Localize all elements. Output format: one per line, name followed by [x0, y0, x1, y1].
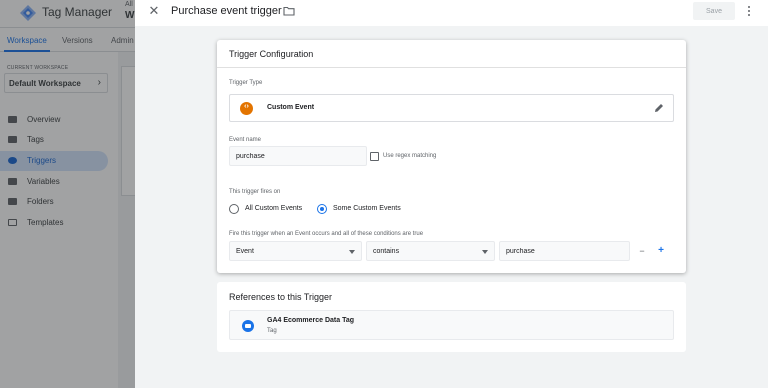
radio-all-custom-events[interactable] — [229, 204, 239, 214]
add-condition-button[interactable]: + — [655, 244, 667, 258]
select-value: Event — [236, 248, 254, 255]
condition-value-field[interactable] — [499, 241, 630, 261]
more-vert-icon[interactable] — [745, 4, 753, 18]
dropdown-arrow-icon — [482, 250, 488, 254]
references-heading: References to this Trigger — [229, 292, 333, 302]
select-value: contains — [373, 248, 400, 255]
radio-some-custom-events-label[interactable]: Some Custom Events — [333, 205, 401, 212]
reference-name: GA4 Ecommerce Data Tag — [267, 317, 355, 324]
panel-header: ✕ Purchase event trigger Save — [135, 0, 768, 26]
regex-checkbox[interactable] — [370, 152, 379, 161]
condition-operator-select[interactable]: contains — [366, 241, 495, 261]
save-button[interactable]: Save — [693, 2, 735, 20]
remove-condition-button[interactable]: − — [636, 244, 648, 258]
radio-all-custom-events-label[interactable]: All Custom Events — [245, 205, 302, 212]
event-name-field[interactable] — [229, 146, 367, 166]
divider — [217, 67, 686, 68]
radio-some-custom-events[interactable] — [317, 204, 327, 214]
panel-title[interactable]: Purchase event trigger — [171, 5, 282, 17]
trigger-configuration-card: Trigger Configuration Trigger Type ‹› Cu… — [217, 40, 686, 273]
condition-label: Fire this trigger when an Event occurs a… — [229, 231, 424, 237]
card-heading: Trigger Configuration — [229, 49, 314, 59]
condition-variable-select[interactable]: Event — [229, 241, 362, 261]
regex-label: Use regex matching — [383, 153, 437, 159]
trigger-type-name: Custom Event — [267, 104, 315, 111]
pencil-icon[interactable] — [653, 102, 665, 114]
reference-type: Tag — [267, 328, 277, 334]
trigger-type-label: Trigger Type — [229, 80, 263, 86]
tag-icon — [242, 320, 254, 332]
fires-on-label: This trigger fires on — [229, 189, 281, 195]
folder-icon[interactable] — [283, 5, 295, 17]
trigger-editor-panel: ✕ Purchase event trigger Save Trigger Co… — [135, 0, 768, 388]
trigger-type-selector[interactable]: ‹› Custom Event — [229, 94, 674, 122]
close-icon[interactable]: ✕ — [147, 4, 161, 18]
dropdown-arrow-icon — [349, 250, 355, 254]
custom-event-icon: ‹› — [240, 102, 253, 115]
event-name-label: Event name — [229, 137, 262, 143]
list-item[interactable]: GA4 Ecommerce Data Tag Tag — [229, 310, 674, 340]
references-card: References to this Trigger GA4 Ecommerce… — [217, 282, 686, 352]
